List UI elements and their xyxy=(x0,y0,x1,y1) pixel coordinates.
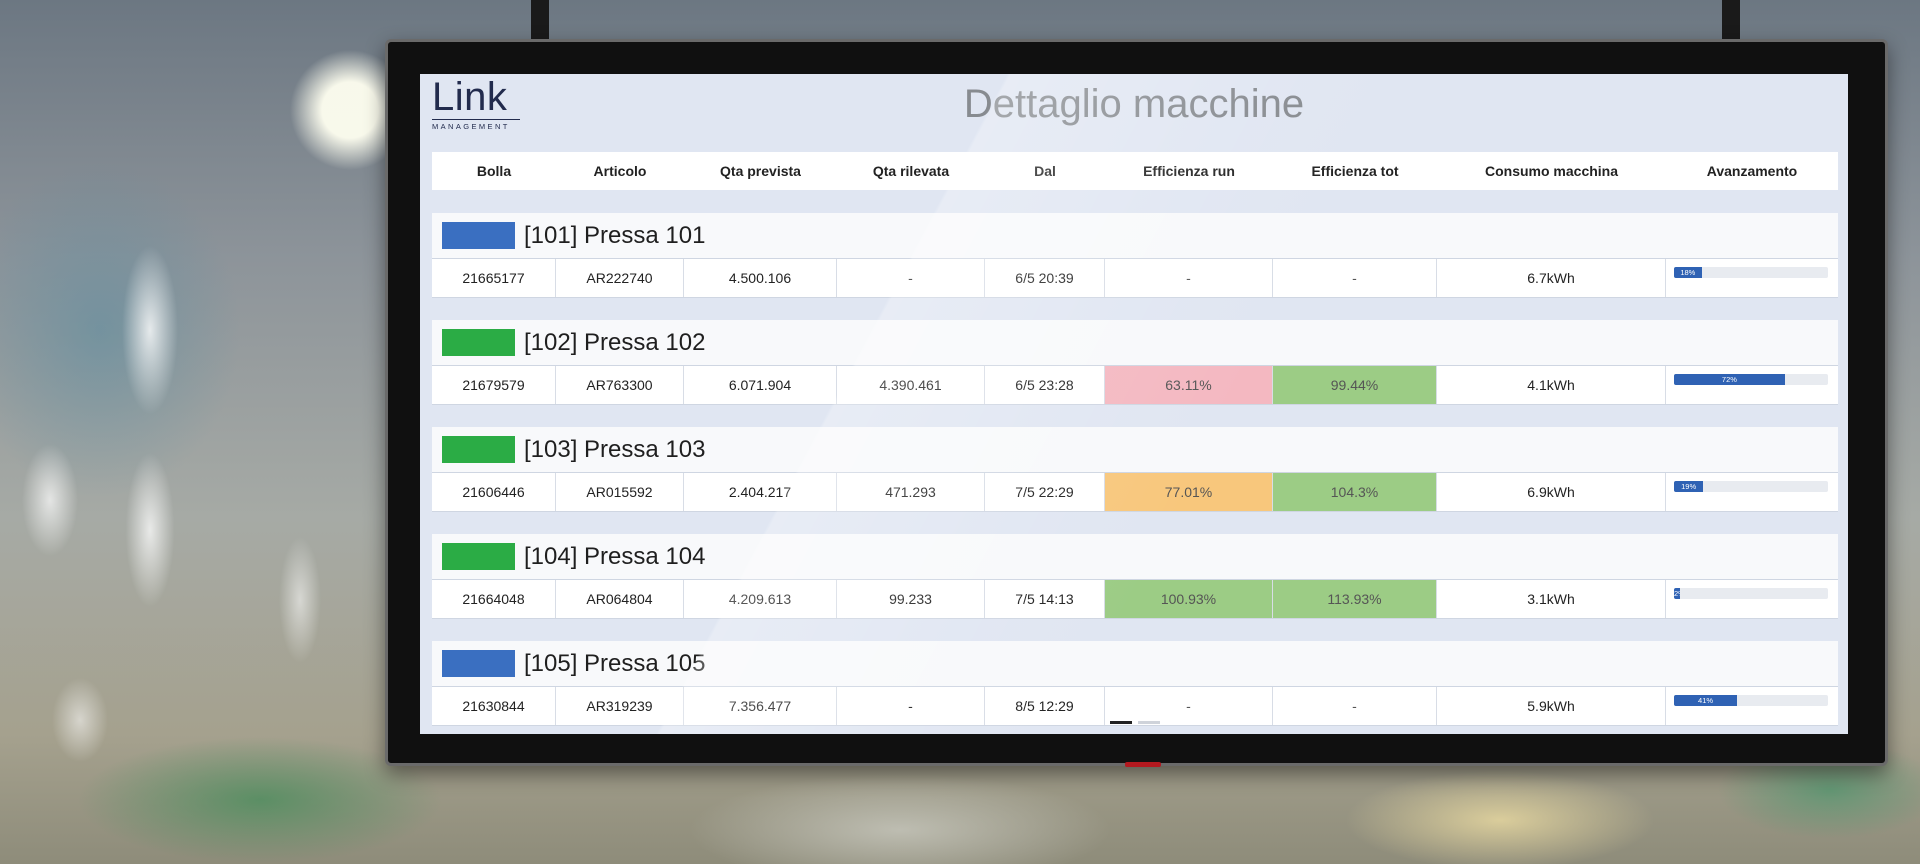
column-header-articolo[interactable]: Articolo xyxy=(556,163,684,179)
qta-prevista-cell: 4.500.106 xyxy=(684,259,837,297)
machine-header[interactable]: [105] Pressa 105 xyxy=(432,641,1838,687)
efficienza-run-cell: 77.01% xyxy=(1105,473,1273,511)
avanzamento-cell: 41% xyxy=(1666,687,1838,725)
consumo-macchina-cell: 4.1kWh xyxy=(1437,366,1666,404)
avanzamento-cell: 18% xyxy=(1666,259,1838,297)
dal-cell: 7/5 22:29 xyxy=(985,473,1105,511)
qta-rilevata-cell: 4.390.461 xyxy=(837,366,985,404)
right-mount-bracket xyxy=(1722,0,1740,42)
machine-status-indicator xyxy=(442,543,515,570)
dal-cell: 8/5 12:29 xyxy=(985,687,1105,725)
consumo-macchina-cell: 5.9kWh xyxy=(1437,687,1666,725)
efficienza-tot-cell: 104.3% xyxy=(1273,473,1437,511)
column-header-dal[interactable]: Dal xyxy=(985,163,1105,179)
table-row[interactable]: 21606446 AR015592 2.404.217 471.293 7/5 22:2… xyxy=(432,473,1838,512)
machine-name: [103] Pressa 103 xyxy=(524,435,706,463)
qta-prevista-cell: 7.356.477 xyxy=(684,687,837,725)
machine-block: [105] Pressa 105 21630844 AR319239 7.356.47… xyxy=(432,641,1838,726)
efficienza-tot-cell: 113.93% xyxy=(1273,580,1437,618)
table-row[interactable]: 21665177 AR222740 4.500.106-6/5 20:39- -6.7… xyxy=(432,259,1838,298)
efficienza-run-cell: 100.93% xyxy=(1105,580,1273,618)
factory-background: Link MANAGEMENT Dettaglio macchine Bolla… xyxy=(0,0,1920,864)
machine-block: [101] Pressa 101 21665177 AR222740 4.500.10… xyxy=(432,213,1838,298)
progress-fill: 2% xyxy=(1674,588,1681,599)
qta-rilevata-cell: 99.233 xyxy=(837,580,985,618)
articolo-cell: AR064804 xyxy=(556,580,684,618)
qta-prevista-cell: 4.209.613 xyxy=(684,580,837,618)
dashboard-screen: Link MANAGEMENT Dettaglio macchine Bolla… xyxy=(420,74,1848,734)
column-header-qta-rilevata[interactable]: Qta rilevata xyxy=(837,163,985,179)
efficienza-tot-cell: 99.44% xyxy=(1273,366,1437,404)
table-row[interactable]: 21679579 AR763300 6.071.904 4.390.461 6/5 23… xyxy=(432,366,1838,405)
bolla-cell: 21664048 xyxy=(432,580,556,618)
display-monitor: Link MANAGEMENT Dettaglio macchine Bolla… xyxy=(385,39,1888,767)
qta-rilevata-cell: - xyxy=(837,259,985,297)
machine-header[interactable]: [103] Pressa 103 xyxy=(432,427,1838,473)
dal-cell: 7/5 14:13 xyxy=(985,580,1105,618)
machine-status-indicator xyxy=(442,436,515,463)
consumo-macchina-cell: 3.1kWh xyxy=(1437,580,1666,618)
machine-status-indicator xyxy=(442,650,515,677)
progress-bar: 41% xyxy=(1674,695,1828,706)
progress-fill: 41% xyxy=(1674,695,1738,706)
bolla-cell: 21606446 xyxy=(432,473,556,511)
machine-header[interactable]: [104] Pressa 104 xyxy=(432,534,1838,580)
machine-status-indicator xyxy=(442,329,515,356)
column-header-efficienza-tot[interactable]: Efficienza tot xyxy=(1273,163,1437,179)
consumo-macchina-cell: 6.9kWh xyxy=(1437,473,1666,511)
page-dot[interactable] xyxy=(1138,721,1160,724)
articolo-cell: AR222740 xyxy=(556,259,684,297)
efficienza-tot-cell: - xyxy=(1273,259,1437,297)
page-title: Dettaglio macchine xyxy=(963,82,1305,126)
efficienza-run-cell: 63.11% xyxy=(1105,366,1273,404)
machine-name: [102] Pressa 102 xyxy=(524,328,706,356)
power-led xyxy=(1125,762,1161,767)
machine-block: [102] Pressa 102 21679579 AR763300 6.071.90… xyxy=(432,320,1838,405)
bolla-cell: 21630844 xyxy=(432,687,556,725)
column-header-avanzamento[interactable]: Avanzamento xyxy=(1666,163,1838,179)
dal-cell: 6/5 20:39 xyxy=(985,259,1105,297)
avanzamento-cell: 72% xyxy=(1666,366,1838,404)
page-indicator xyxy=(1110,721,1160,724)
progress-bar: 19% xyxy=(1674,481,1828,492)
consumo-macchina-cell: 6.7kWh xyxy=(1437,259,1666,297)
machine-block: [104] Pressa 104 21664048 AR064804 4.209.61… xyxy=(432,534,1838,619)
progress-bar: 18% xyxy=(1674,267,1828,278)
machine-header[interactable]: [101] Pressa 101 xyxy=(432,213,1838,259)
articolo-cell: AR015592 xyxy=(556,473,684,511)
table-header: Bolla Articolo Qta prevista Qta rilevata… xyxy=(432,152,1838,190)
column-header-qta-prevista[interactable]: Qta prevista xyxy=(684,163,837,179)
table-row[interactable]: 21664048 AR064804 4.209.613 99.233 7/5 14:13… xyxy=(432,580,1838,619)
machine-status-indicator xyxy=(442,222,515,249)
articolo-cell: AR763300 xyxy=(556,366,684,404)
qta-prevista-cell: 2.404.217 xyxy=(684,473,837,511)
efficienza-tot-cell: - xyxy=(1273,687,1437,725)
left-mount-bracket xyxy=(531,0,549,42)
page-dot-active[interactable] xyxy=(1110,721,1132,724)
efficienza-run-cell: - xyxy=(1105,259,1273,297)
progress-fill: 19% xyxy=(1674,481,1704,492)
progress-fill: 72% xyxy=(1674,374,1785,385)
machine-name: [104] Pressa 104 xyxy=(524,542,706,570)
avanzamento-cell: 2% xyxy=(1666,580,1838,618)
machine-name: [105] Pressa 105 xyxy=(524,649,706,677)
dal-cell: 6/5 23:28 xyxy=(985,366,1105,404)
efficienza-run-cell: - xyxy=(1105,687,1273,725)
bolla-cell: 21665177 xyxy=(432,259,556,297)
bolla-cell: 21679579 xyxy=(432,366,556,404)
qta-rilevata-cell: 471.293 xyxy=(837,473,985,511)
column-header-bolla[interactable]: Bolla xyxy=(432,163,556,179)
machine-name: [101] Pressa 101 xyxy=(524,221,706,249)
progress-fill: 18% xyxy=(1674,267,1702,278)
articolo-cell: AR319239 xyxy=(556,687,684,725)
progress-bar: 2% xyxy=(1674,588,1828,599)
machine-block: [103] Pressa 103 21606446 AR015592 2.404.21… xyxy=(432,427,1838,512)
column-header-efficienza-run[interactable]: Efficienza run xyxy=(1105,163,1273,179)
qta-rilevata-cell: - xyxy=(837,687,985,725)
avanzamento-cell: 19% xyxy=(1666,473,1838,511)
qta-prevista-cell: 6.071.904 xyxy=(684,366,837,404)
machine-header[interactable]: [102] Pressa 102 xyxy=(432,320,1838,366)
progress-bar: 72% xyxy=(1674,374,1828,385)
column-header-consumo-macchina[interactable]: Consumo macchina xyxy=(1437,163,1666,179)
